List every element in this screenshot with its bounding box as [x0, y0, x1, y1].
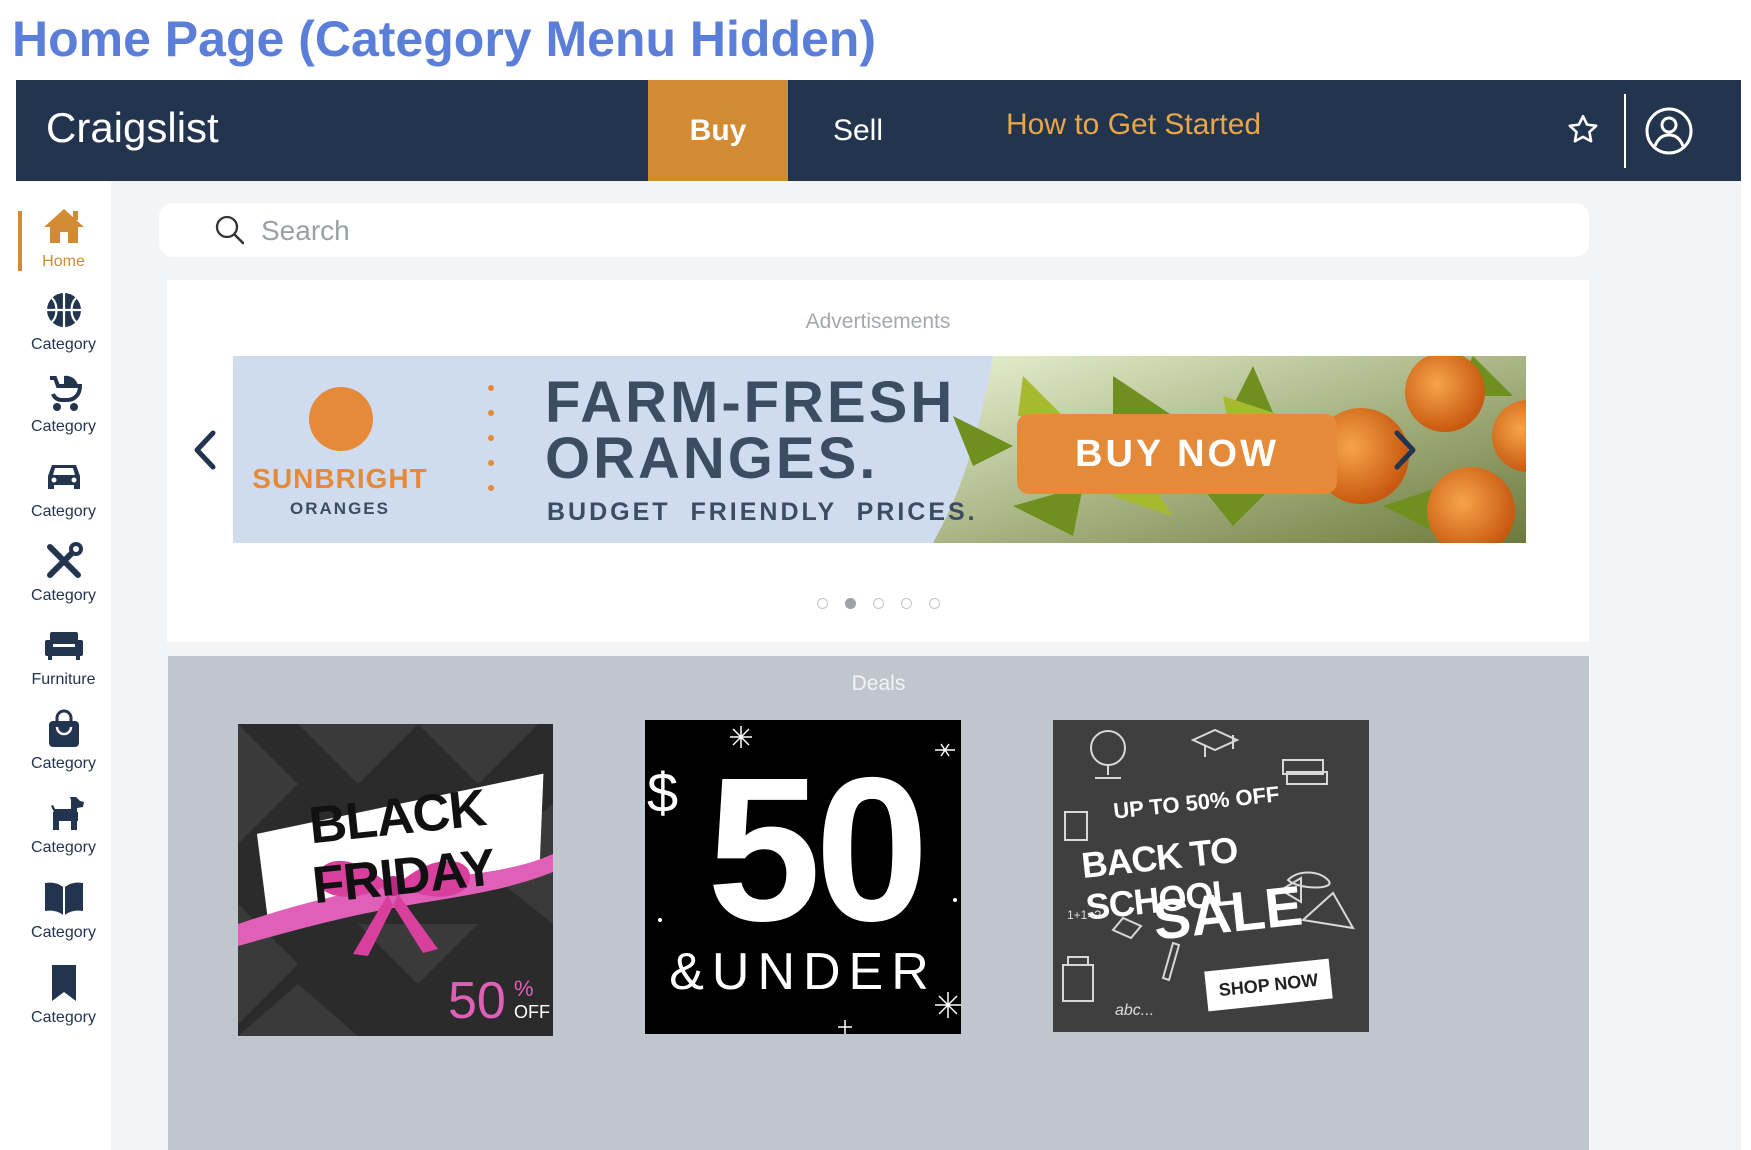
search-icon: [215, 215, 245, 245]
sidebar-item-label: Category: [31, 839, 96, 856]
dog-icon: [50, 797, 84, 830]
sidebar-item-label: Category: [31, 503, 96, 520]
app-frame: Craigslist Buy Sell How to Get Started H…: [16, 80, 1741, 1150]
carousel-pagination: [167, 598, 1589, 609]
carousel-dot[interactable]: [872, 598, 884, 609]
sidebar-item-category[interactable]: Category: [16, 791, 111, 857]
user-account-icon[interactable]: [1644, 106, 1694, 156]
search-input[interactable]: [259, 211, 1563, 251]
book-icon: [44, 882, 83, 915]
deal-50-sub: &UNDER: [669, 943, 937, 1001]
nav-buy-tab[interactable]: Buy: [648, 80, 788, 181]
search-bar: [159, 203, 1589, 257]
sidebar-item-category[interactable]: Category: [16, 707, 111, 773]
deal-50-amount: 50: [706, 735, 929, 964]
carousel-next-arrow-icon[interactable]: [1385, 425, 1425, 475]
sidebar-item-label: Home: [42, 253, 85, 270]
ad-brand-name: SUNBRIGHT: [252, 463, 428, 494]
tools-icon: [46, 542, 83, 578]
ad-buy-now-button[interactable]: BUY NOW: [1017, 414, 1337, 494]
sidebar-item-category[interactable]: Category: [16, 876, 111, 942]
sidebar-item-label: Category: [31, 1009, 96, 1026]
advertisements-title: Advertisements: [805, 310, 951, 333]
sidebar-item-category[interactable]: Category: [16, 539, 111, 605]
brand-logo[interactable]: Craigslist: [46, 104, 219, 152]
deal-card-50-and-under[interactable]: $ 50 &UNDER: [645, 720, 961, 1034]
deal-50-currency: $: [647, 761, 679, 824]
ad-banner-oranges[interactable]: SUNBRIGHT ORANGES FARM-FRESH ORANGES. BU…: [233, 356, 1526, 543]
sidebar-item-furniture[interactable]: Furniture: [16, 623, 111, 689]
sidebar-item-category[interactable]: Category: [16, 455, 111, 521]
ad-headline-2: ORANGES.: [545, 426, 879, 491]
deal-card-back-to-school[interactable]: UP TO 50% OFF BACK TO SCHOOL SALE 1+1=? …: [1053, 720, 1369, 1032]
ad-brand-sub: ORANGES: [290, 499, 390, 518]
page-title: Home Page (Category Menu Hidden): [12, 11, 876, 67]
nav-how-to-get-started-link[interactable]: How to Get Started: [1006, 108, 1261, 142]
stroller-icon: [49, 375, 82, 411]
deal-black-friday-off: OFF: [514, 1002, 550, 1022]
home-icon: [43, 209, 84, 243]
deal-black-friday-percent-sign: %: [514, 976, 534, 1001]
advertisements-section: Advertisements SUNBRIGHT ORANGES FARM-FR…: [167, 280, 1589, 642]
sidebar-item-category[interactable]: Category: [16, 370, 111, 436]
bookmark-icon: [51, 965, 76, 1001]
sidebar-item-label: Category: [31, 755, 96, 772]
header-divider: [1624, 94, 1626, 168]
deals-title: Deals: [851, 672, 906, 695]
sidebar-item-category[interactable]: Category: [16, 961, 111, 1027]
deal-bts-doodle-abc: abc...: [1115, 1002, 1155, 1019]
deals-section: Deals BLACK FRIDAY 50 % OFF $ 50 &UNDER …: [168, 656, 1589, 1150]
basketball-icon: [46, 293, 81, 327]
nav-sell-tab[interactable]: Sell: [788, 80, 928, 181]
ad-headline-1: FARM-FRESH: [545, 370, 956, 435]
shopping-bag-icon: [48, 709, 79, 747]
deal-black-friday-percent: 50: [448, 972, 506, 1030]
deal-card-black-friday[interactable]: BLACK FRIDAY 50 % OFF: [238, 724, 553, 1036]
top-navigation-bar: Craigslist Buy Sell How to Get Started: [16, 80, 1741, 181]
sidebar-item-label: Furniture: [31, 671, 96, 688]
carousel-dot-active[interactable]: [844, 598, 856, 609]
sofa-icon: [44, 632, 83, 660]
sidebar-item-label: Category: [31, 418, 96, 435]
car-icon: [47, 465, 80, 489]
sidebar-item-home[interactable]: Home: [16, 205, 111, 271]
carousel-dot[interactable]: [928, 598, 940, 609]
category-sidebar: Home Category Category Category Category…: [16, 181, 111, 1150]
ad-tagline: BUDGET FRIENDLY PRICES.: [547, 498, 978, 526]
carousel-dot[interactable]: [900, 598, 912, 609]
carousel-dot[interactable]: [816, 598, 828, 609]
sidebar-item-label: Category: [31, 924, 96, 941]
star-icon[interactable]: [1565, 112, 1601, 148]
sidebar-item-label: Category: [31, 587, 96, 604]
sidebar-item-label: Category: [31, 336, 96, 353]
sidebar-item-category[interactable]: Category: [16, 288, 111, 354]
deal-bts-doodle-math: 1+1=?: [1067, 908, 1102, 922]
carousel-prev-arrow-icon[interactable]: [185, 425, 225, 475]
